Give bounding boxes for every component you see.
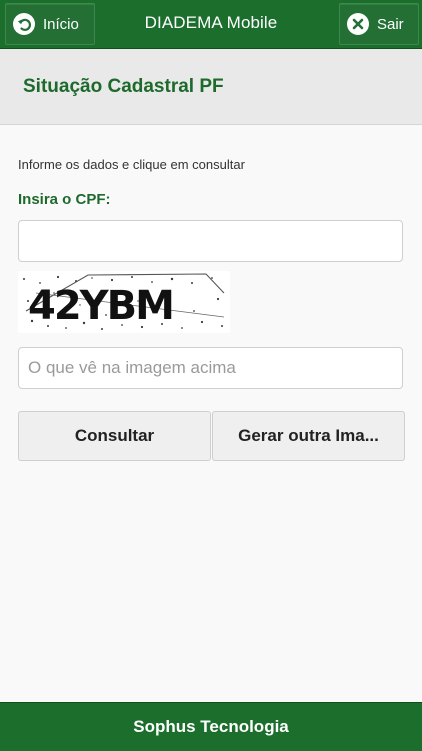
captcha-answer-input[interactable] [18,347,403,389]
form-instruction: Informe os dados e clique em consultar [18,157,245,172]
footer: Sophus Tecnologia [0,702,422,751]
top-bar: Início DIADEMA Mobile Sair [0,0,422,49]
close-x-icon [347,13,369,35]
page-title: Situação Cadastral PF [23,76,224,97]
cpf-label: Insira o CPF: [18,191,111,208]
cpf-input[interactable] [18,220,403,262]
captcha-text: 42YBM [28,283,173,329]
footer-text: Sophus Tecnologia [133,717,289,736]
exit-button[interactable]: Sair [339,3,419,45]
regenerate-captcha-button[interactable]: Gerar outra Ima... [212,411,405,461]
exit-button-label: Sair [377,15,404,33]
page-header: Situação Cadastral PF [0,49,422,125]
consult-button[interactable]: Consultar [18,411,211,461]
captcha-image: 42YBM [18,271,230,333]
